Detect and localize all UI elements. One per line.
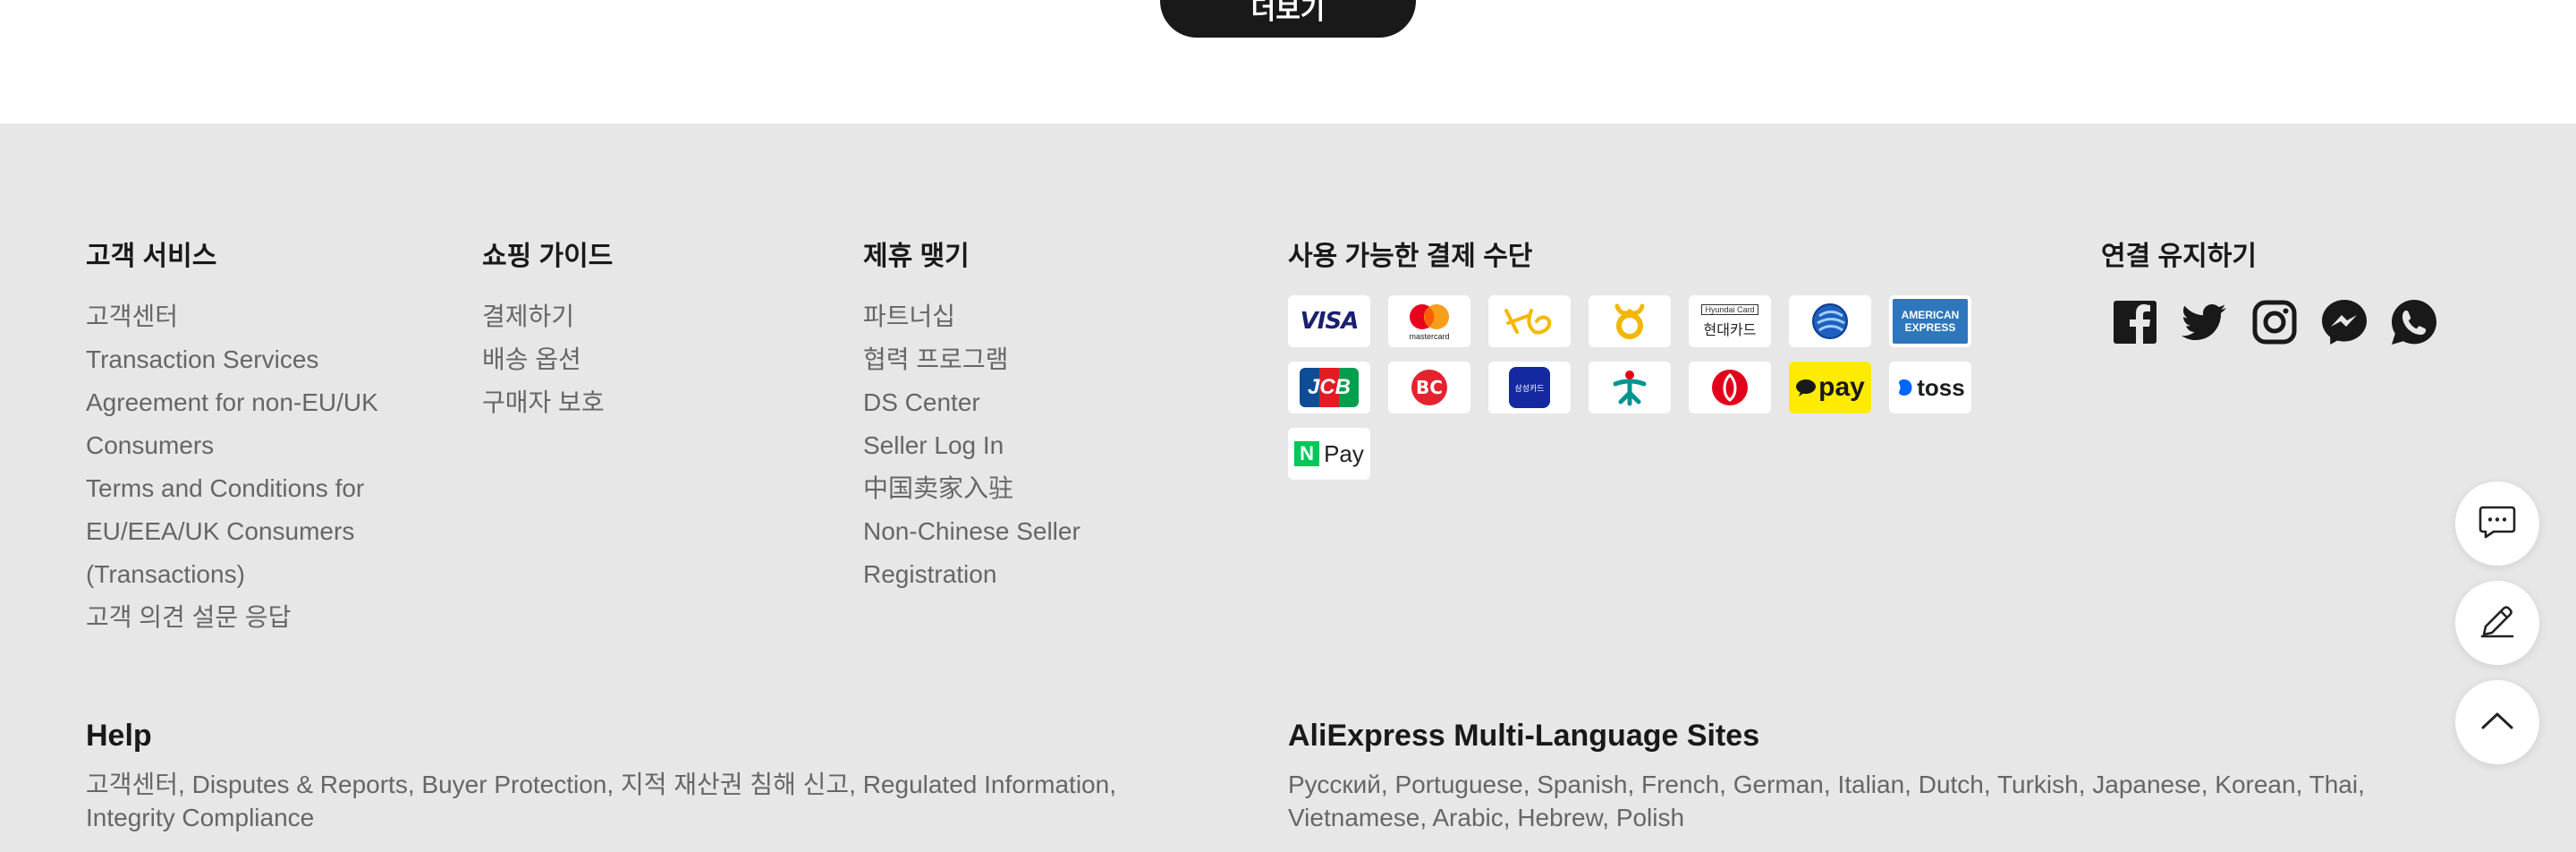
chat-icon [2478, 504, 2517, 544]
partnership-link[interactable]: Registration [863, 553, 1080, 596]
more-button[interactable]: 더보기 [1160, 0, 1416, 38]
help-link[interactable]: 지적 재산권 침해 신고 [621, 771, 849, 798]
language-link[interactable]: Polish [1616, 804, 1684, 831]
shopping-guide-link[interactable]: 배송 옵션 [482, 338, 613, 381]
customer-service-link[interactable]: (Transactions) [86, 553, 378, 596]
language-links: Русский, Portuguese, Spanish, French, Ge… [1288, 771, 2365, 831]
partnership-title: 제휴 맺기 [863, 242, 970, 271]
customer-service-column: 고객 서비스 고객센터 Transaction Services Agreeme… [86, 242, 378, 639]
edit-icon [2479, 602, 2516, 644]
stay-connected-column: 연결 유지하기 [2101, 242, 2441, 349]
whatsapp-icon[interactable] [2387, 295, 2441, 349]
facebook-icon[interactable] [2108, 295, 2162, 349]
help-link[interactable]: 고객센터 [86, 771, 178, 798]
shinhan-card-icon [1789, 295, 1871, 347]
bc-card-icon: BC [1388, 362, 1470, 413]
help-link[interactable]: Disputes & Reports [192, 771, 408, 798]
partnership-link[interactable]: Seller Log In [863, 424, 1080, 467]
multi-language-section: AliExpress Multi-Language Sites Русский,… [1288, 718, 2415, 834]
language-link[interactable]: Spanish [1537, 771, 1627, 798]
stay-connected-title: 연결 유지하기 [2101, 242, 2257, 271]
payment-methods-column: 사용 가능한 결제 수단 VISA mastercard Hyundai Car… [1288, 242, 1971, 480]
help-link[interactable]: Buyer Protection [421, 771, 606, 798]
kb-card-icon [1488, 295, 1571, 347]
samsung-card-icon: 삼성카드 [1488, 362, 1571, 413]
social-icons [2101, 295, 2441, 349]
shopping-guide-link[interactable]: 결제하기 [482, 295, 613, 338]
customer-service-link[interactable]: Transaction Services [86, 338, 378, 381]
page-top-area: 더보기 [0, 0, 2576, 124]
help-link[interactable]: Integrity Compliance [86, 804, 314, 831]
chevron-up-icon [2479, 710, 2515, 736]
language-link[interactable]: Arabic [1432, 804, 1503, 831]
payment-methods-title: 사용 가능한 결제 수단 [1288, 242, 1533, 271]
help-title: Help [86, 719, 152, 753]
mastercard-icon: mastercard [1388, 295, 1470, 347]
instagram-icon[interactable] [2248, 295, 2301, 349]
partnership-link[interactable]: 협력 프로그램 [863, 338, 1080, 381]
partnership-link[interactable]: DS Center [863, 381, 1080, 424]
shopping-guide-link[interactable]: 구매자 보호 [482, 381, 613, 424]
language-link[interactable]: Portuguese [1394, 771, 1522, 798]
scroll-top-button[interactable] [2455, 680, 2539, 764]
shopping-guide-column: 쇼핑 가이드 결제하기 배송 옵션 구매자 보호 [482, 242, 613, 424]
language-link[interactable]: Italian [1837, 771, 1904, 798]
language-link[interactable]: Thai [2309, 771, 2358, 798]
help-links: 고객센터, Disputes & Reports, Buyer Protecti… [86, 771, 1116, 831]
lotte-card-icon [1689, 362, 1771, 413]
partnership-column: 제휴 맺기 파트너십 협력 프로그램 DS Center Seller Log … [863, 242, 1080, 596]
language-link[interactable]: French [1641, 771, 1719, 798]
customer-service-link[interactable]: Terms and Conditions for [86, 467, 378, 510]
chat-button[interactable] [2455, 481, 2539, 566]
visa-icon: VISA [1288, 295, 1370, 347]
language-link[interactable]: German [1733, 771, 1824, 798]
multi-language-title: AliExpress Multi-Language Sites [1288, 719, 1760, 753]
customer-service-link[interactable]: EU/EEA/UK Consumers [86, 510, 378, 553]
partnership-link[interactable]: Non-Chinese Seller [863, 510, 1080, 553]
shopping-guide-title: 쇼핑 가이드 [482, 242, 614, 271]
language-link[interactable]: Korean [2215, 771, 2295, 798]
partnership-link[interactable]: 파트너십 [863, 295, 1080, 338]
customer-service-link[interactable]: Agreement for non-EU/UK [86, 381, 378, 424]
language-link[interactable]: Turkish [1997, 771, 2079, 798]
help-section: Help 고객센터, Disputes & Reports, Buyer Pro… [86, 718, 1249, 834]
toss-icon: toss [1889, 362, 1971, 413]
messenger-icon[interactable] [2318, 295, 2371, 349]
help-link[interactable]: Regulated Information [863, 771, 1110, 798]
customer-service-title: 고객 서비스 [86, 242, 217, 271]
kakaopay-icon: pay [1789, 362, 1871, 413]
language-link[interactable]: Hebrew [1517, 804, 1602, 831]
naverpay-icon: N Pay [1288, 428, 1370, 480]
customer-service-link[interactable]: 고객센터 [86, 295, 378, 338]
twitter-icon[interactable] [2178, 295, 2232, 349]
hyundai-card-icon: Hyundai Card 현대카드 [1689, 295, 1771, 347]
customer-service-link[interactable]: Consumers [86, 424, 378, 467]
partnership-link[interactable]: 中国卖家入驻 [863, 467, 1080, 510]
amex-icon: AMERICAN EXPRESS [1889, 295, 1971, 347]
language-link[interactable]: Japanese [2092, 771, 2200, 798]
language-link[interactable]: Русский [1288, 771, 1381, 798]
svg-text:BC: BC [1416, 377, 1443, 398]
edit-button[interactable] [2455, 581, 2539, 665]
nh-card-icon [1589, 295, 1671, 347]
hana-card-icon [1589, 362, 1671, 413]
language-link[interactable]: Dutch [1919, 771, 1984, 798]
jcb-icon: JCB [1288, 362, 1370, 413]
customer-service-link[interactable]: 고객 의견 설문 응답 [86, 596, 378, 639]
language-link[interactable]: Vietnamese [1288, 804, 1419, 831]
payment-methods-grid: VISA mastercard Hyundai Card 현대카드 AMERIC… [1288, 295, 1971, 480]
